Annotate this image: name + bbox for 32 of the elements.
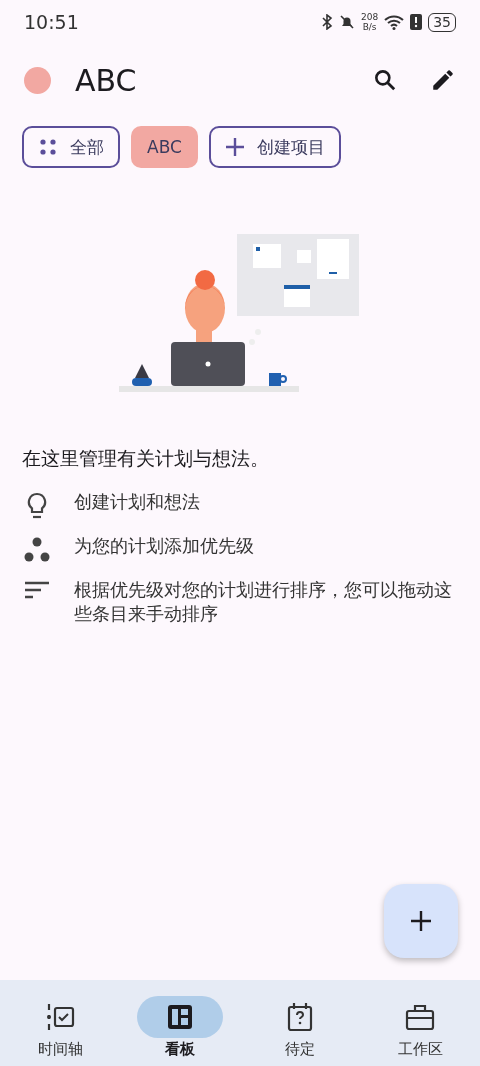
lightbulb-icon xyxy=(26,492,48,520)
filter-chip[interactable]: 全部 xyxy=(22,126,120,168)
edit-icon[interactable] xyxy=(430,67,456,93)
tip-text: 创建计划和想法 xyxy=(74,491,200,514)
three-dots-icon xyxy=(23,536,51,564)
board-icon xyxy=(167,1004,193,1030)
empty-state-heading: 在这里管理有关计划与想法。 xyxy=(22,446,270,471)
plus-icon xyxy=(410,910,432,932)
bell-muted-icon xyxy=(339,14,355,30)
tip-text: 根据优先级对您的计划进行排序，您可以拖动这些条目来手动排序 xyxy=(74,579,452,626)
project-title: ABC xyxy=(75,62,138,98)
bluetooth-icon xyxy=(321,14,333,30)
grid-dots-icon xyxy=(38,137,58,157)
nav-tab[interactable]: 看板 xyxy=(120,980,240,1066)
tip-text: 为您的计划添加优先级 xyxy=(74,535,254,558)
timeline-icon xyxy=(45,1003,75,1031)
search-icon[interactable] xyxy=(372,67,398,93)
plus-icon xyxy=(224,137,245,157)
clock-time: 10:51 xyxy=(24,11,79,33)
briefcase-icon xyxy=(405,1003,435,1031)
nav-tab[interactable]: 待定 xyxy=(240,980,360,1066)
network-speed: 208 xyxy=(361,12,379,22)
nav-tab[interactable]: 时间轴 xyxy=(0,980,120,1066)
wifi-icon xyxy=(384,14,405,30)
network-speed-unit: B/s xyxy=(362,22,377,32)
sim-alert-icon xyxy=(410,14,423,30)
sort-icon xyxy=(24,580,50,600)
nav-tab[interactable]: 工作区 xyxy=(360,980,480,1066)
filter-chip[interactable]: ABC xyxy=(131,126,198,168)
battery-indicator: 35 xyxy=(428,12,456,32)
create-project-button[interactable]: 创建项目 xyxy=(208,126,341,168)
calendar-question-icon xyxy=(287,1002,313,1032)
